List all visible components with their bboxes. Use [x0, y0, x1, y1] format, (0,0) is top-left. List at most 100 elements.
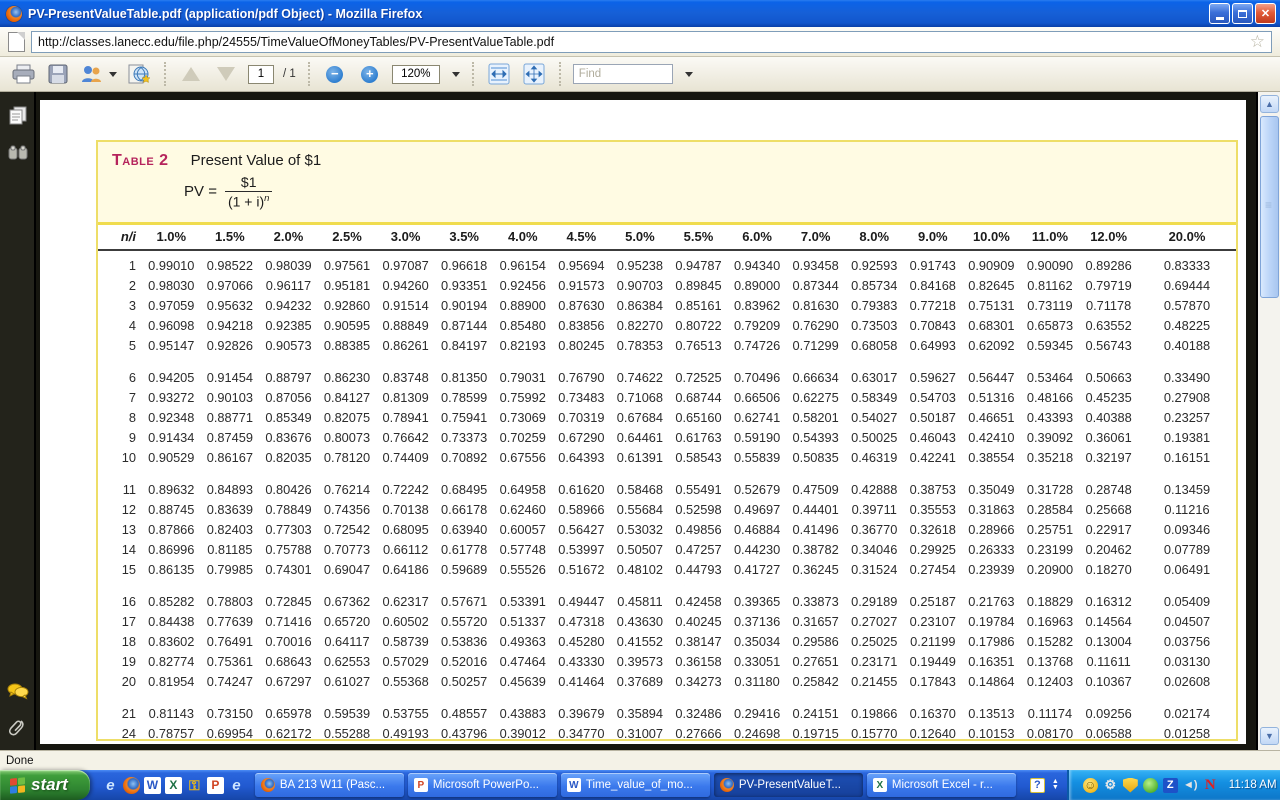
zoom-dropdown-icon[interactable]: [452, 72, 460, 77]
pv-value-cell: 0.81143: [142, 692, 201, 724]
row-period: 11: [98, 468, 142, 500]
zoom-out-button[interactable]: −: [322, 60, 348, 88]
scrollbar-thumb[interactable]: [1260, 116, 1279, 298]
find-dropdown-icon[interactable]: [685, 72, 693, 77]
pv-value-cell: 0.77303: [259, 520, 318, 540]
pv-value-cell: 0.63017: [845, 356, 904, 388]
tools-icon[interactable]: ⚙: [1103, 778, 1118, 793]
task-button[interactable]: BA 213 W11 (Pasc...: [255, 773, 404, 797]
minimize-button[interactable]: [1209, 3, 1230, 24]
find-input[interactable]: [573, 64, 673, 84]
pv-value-cell: 0.83748: [376, 356, 435, 388]
pv-value-cell: 0.65873: [1021, 316, 1080, 336]
pv-value-cell: 0.93272: [142, 388, 201, 408]
pv-value-cell: 0.49193: [376, 724, 435, 744]
taskbar-clock[interactable]: 11:18 AM: [1229, 779, 1277, 791]
pv-value-cell: 0.35049: [962, 468, 1021, 500]
shield-icon[interactable]: [1123, 778, 1138, 793]
task-button[interactable]: PMicrosoft PowerPo...: [408, 773, 557, 797]
row-period: 5: [98, 336, 142, 356]
zoom-in-button[interactable]: +: [357, 60, 383, 88]
pv-value-cell: 0.90909: [962, 250, 1021, 276]
pv-value-cell: 0.02608: [1138, 672, 1236, 692]
pv-value-cell: 0.28966: [962, 520, 1021, 540]
pv-value-cell: 0.25025: [845, 632, 904, 652]
pv-value-cell: 0.57748: [493, 540, 552, 560]
pv-value-cell: 0.87866: [142, 520, 201, 540]
pv-value-cell: 0.91514: [376, 296, 435, 316]
print-button[interactable]: [10, 60, 36, 88]
restore-button[interactable]: [1232, 3, 1253, 24]
pv-value-cell: 0.35894: [611, 692, 670, 724]
zoom-level-input[interactable]: [392, 65, 440, 84]
row-period: 4: [98, 316, 142, 336]
pv-value-cell: 0.76214: [318, 468, 377, 500]
collaborate-button[interactable]: [80, 60, 117, 88]
volume-icon[interactable]: ◄): [1183, 778, 1198, 793]
pdf-viewer: Table 2Present Value of $1 PV = $1 (1 + …: [0, 92, 1280, 750]
update-icon[interactable]: [1143, 778, 1158, 793]
fit-width-button[interactable]: [486, 60, 512, 88]
pv-value-cell: 0.14564: [1079, 612, 1138, 632]
pv-value-cell: 0.74409: [376, 448, 435, 468]
start-button[interactable]: start: [0, 770, 90, 800]
firefox-icon[interactable]: [123, 777, 140, 794]
pv-value-cell: 0.51337: [493, 612, 552, 632]
fit-page-button[interactable]: [521, 60, 547, 88]
attachments-panel-icon[interactable]: [7, 717, 29, 739]
pv-value-cell: 0.32618: [904, 520, 963, 540]
pv-value-cell: 0.94218: [201, 316, 260, 336]
word-icon[interactable]: W: [144, 777, 161, 794]
pv-value-cell: 0.64117: [318, 632, 377, 652]
column-header-row: n/i1.0%1.5%2.0%2.5%3.0%3.5%4.0%4.5%5.0%5…: [98, 224, 1236, 251]
pv-value-cell: 0.74356: [318, 500, 377, 520]
pv-value-cell: 0.62172: [259, 724, 318, 744]
novell-icon[interactable]: N: [1203, 778, 1218, 793]
pv-value-cell: 0.13004: [1079, 632, 1138, 652]
messenger-icon[interactable]: ☺: [1083, 778, 1098, 793]
share-button[interactable]: [126, 60, 152, 88]
pv-value-cell: 0.34046: [845, 540, 904, 560]
row-period: 10: [98, 448, 142, 468]
pv-value-cell: 0.71416: [259, 612, 318, 632]
pv-value-cell: 0.70773: [318, 540, 377, 560]
url-input[interactable]: [32, 35, 1244, 49]
save-button[interactable]: [45, 60, 71, 88]
taskbar-collapse-chevrons[interactable]: ▲▼: [1052, 779, 1059, 791]
pv-value-cell: 0.55288: [318, 724, 377, 744]
help-icon[interactable]: ?: [1030, 778, 1045, 793]
z-icon[interactable]: Z: [1163, 778, 1178, 793]
url-box[interactable]: ☆: [31, 31, 1272, 53]
pv-value-cell: 0.75131: [962, 296, 1021, 316]
minus-icon: −: [326, 66, 343, 83]
comments-panel-icon[interactable]: [7, 680, 29, 702]
pages-panel-icon[interactable]: [7, 104, 29, 126]
search-panel-icon[interactable]: [7, 142, 29, 164]
vertical-scrollbar[interactable]: ▲ ▼: [1256, 92, 1280, 750]
pdf-navigation-pane: [0, 92, 36, 750]
ie-document-icon[interactable]: e: [228, 777, 245, 794]
excel-icon[interactable]: X: [165, 777, 182, 794]
previous-page-button[interactable]: [178, 60, 204, 88]
task-button[interactable]: XMicrosoft Excel - r...: [867, 773, 1016, 797]
close-button[interactable]: ✕: [1255, 3, 1276, 24]
pv-value-cell: 0.27651: [786, 652, 845, 672]
keys-icon[interactable]: ⚿: [186, 777, 203, 794]
page-number-input[interactable]: [248, 65, 274, 84]
pv-value-cell: 0.90194: [435, 296, 494, 316]
task-button[interactable]: PV-PresentValueT...: [714, 773, 863, 797]
next-page-button[interactable]: [213, 60, 239, 88]
pv-value-cell: 0.49697: [728, 500, 787, 520]
pv-value-cell: 0.55839: [728, 448, 787, 468]
bookmark-star-icon[interactable]: ☆: [1244, 33, 1271, 50]
pv-value-cell: 0.73373: [435, 428, 494, 448]
internet-explorer-icon[interactable]: e: [102, 777, 119, 794]
pv-value-cell: 0.49363: [493, 632, 552, 652]
scroll-up-button[interactable]: ▲: [1260, 95, 1279, 113]
scroll-down-button[interactable]: ▼: [1260, 727, 1279, 745]
pv-value-cell: 0.27027: [845, 612, 904, 632]
pv-value-cell: 0.50025: [845, 428, 904, 448]
pv-value-cell: 0.96098: [142, 316, 201, 336]
powerpoint-icon[interactable]: P: [207, 777, 224, 794]
task-button[interactable]: WTime_value_of_mo...: [561, 773, 710, 797]
